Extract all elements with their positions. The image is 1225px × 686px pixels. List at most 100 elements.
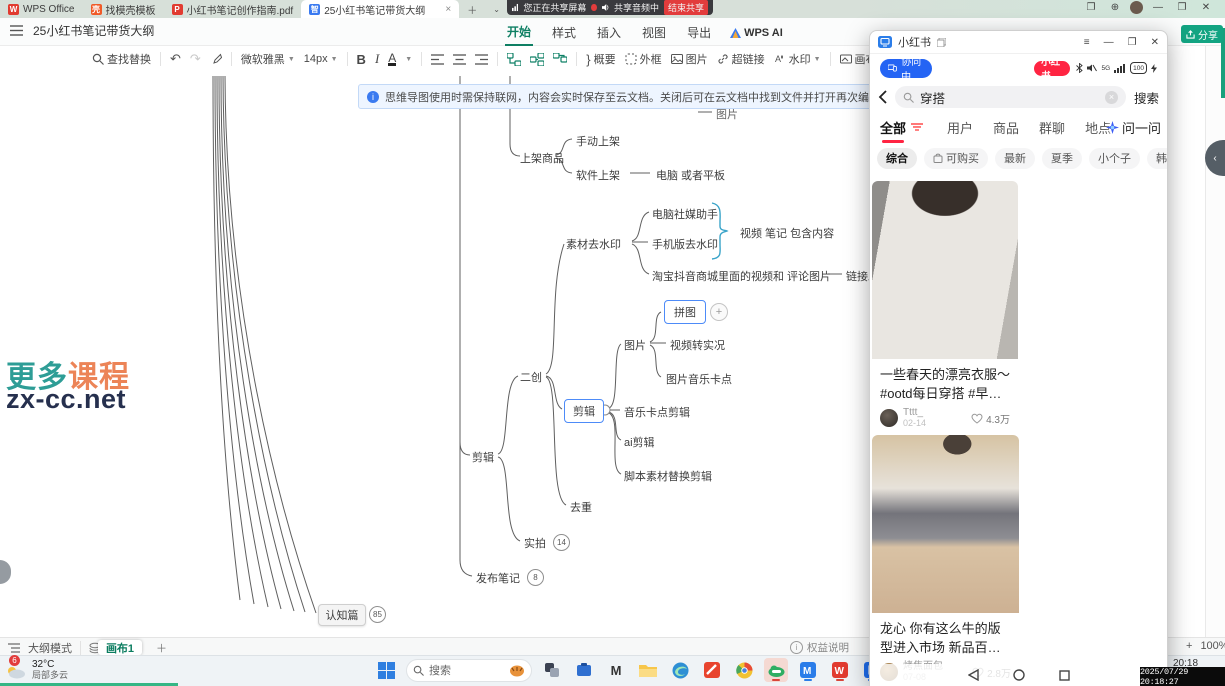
canvas-tab[interactable]: 画布1 [98, 640, 142, 655]
rights-info[interactable]: i 权益说明 [790, 640, 849, 655]
align-left-button[interactable] [431, 54, 444, 65]
tab-goods[interactable]: 商品 [993, 118, 1019, 137]
phone-maximize-button[interactable]: ❐ [1128, 37, 1137, 48]
node-pintu-selected[interactable]: 拼图 [664, 300, 706, 324]
chip-combined[interactable]: 综合 [877, 148, 917, 169]
menu-start[interactable]: 开始 [505, 19, 533, 46]
tab-template[interactable]: 壳 找模壳模板 [83, 0, 164, 18]
chip-korean-style[interactable]: 韩里韩气 [1147, 148, 1168, 169]
phone-menu-icon[interactable]: ≡ [1084, 37, 1090, 48]
like-heart-icon[interactable] [971, 413, 983, 424]
menu-view[interactable]: 视图 [640, 20, 668, 45]
node-count-badge[interactable]: 8 [527, 569, 544, 586]
node-shipin-shikuang[interactable]: 视频转实况 [670, 337, 725, 353]
tab-users[interactable]: 用户 [947, 118, 973, 137]
node-fabu-biji[interactable]: 发布笔记 [476, 570, 520, 586]
minimize-button[interactable]: — [1149, 2, 1167, 13]
chip-buyable[interactable]: 可购买 [924, 148, 988, 169]
red-app-button[interactable] [700, 658, 724, 682]
node-shipin-biji-neirong[interactable]: 视频 笔记 包含内容 [740, 225, 834, 241]
node-quzhong[interactable]: 去重 [570, 499, 592, 515]
tab-wps-office[interactable]: W WPS Office [0, 0, 83, 18]
node-taobao-douyin[interactable]: 淘宝抖音商城里面的视频和 评论图片 [652, 268, 831, 284]
menu-style[interactable]: 样式 [550, 20, 578, 45]
tab-ask-ai[interactable]: 问一问 [1106, 118, 1161, 137]
node-count-badge[interactable]: 14 [553, 534, 570, 551]
node-diannao-shemei[interactable]: 电脑社媒助手 [652, 206, 718, 222]
back-icon[interactable] [878, 90, 887, 104]
note-title[interactable]: 龙心 你有这么牛的版型进入市场 新品百褶裙真的… [872, 613, 1019, 657]
node-shipai[interactable]: 实拍 [524, 535, 546, 551]
avatar[interactable] [1130, 1, 1143, 14]
edge-browser-button[interactable] [668, 658, 692, 682]
node-renzhi-pian[interactable]: 认知篇 [318, 604, 366, 626]
node-jianji-main[interactable]: 剪辑 [472, 449, 494, 465]
nav-home-button[interactable] [1013, 669, 1025, 681]
filter-icon[interactable] [911, 122, 923, 132]
node-yinyue-kadian-jianji[interactable]: 音乐卡点剪辑 [624, 404, 690, 420]
menu-wps-ai[interactable]: WPS AI [730, 27, 783, 39]
font-color-button[interactable]: A [388, 53, 396, 66]
restore-button[interactable]: ❐ [1173, 2, 1191, 13]
node-jiaoben-tihuan[interactable]: 脚本素材替换剪辑 [624, 468, 712, 484]
menu-export[interactable]: 导出 [685, 20, 713, 45]
node-tupian[interactable]: 图片 [624, 337, 646, 353]
bold-button[interactable]: B [357, 52, 366, 67]
align-right-button[interactable] [475, 54, 488, 65]
node-ai-jianji[interactable]: ai剪辑 [624, 434, 655, 450]
tab-groups[interactable]: 群聊 [1039, 118, 1065, 137]
file-explorer-button[interactable] [636, 658, 660, 682]
search-input[interactable]: 穿搭 × [895, 86, 1126, 108]
node-erchuang[interactable]: 二创 [520, 369, 542, 385]
clear-search-icon[interactable]: × [1105, 91, 1118, 104]
tab-mindmap-active[interactable]: 智 25小红书笔记带货大纲 × [301, 0, 459, 18]
summary-button[interactable]: }概要 [586, 51, 615, 67]
nav-recents-button[interactable] [1059, 670, 1070, 681]
layout-icon[interactable]: ❐ [1082, 2, 1100, 13]
wps-cloud-app-button[interactable] [764, 658, 788, 682]
font-size-select[interactable]: 14px▼ [304, 53, 338, 65]
format-painter-button[interactable] [210, 53, 222, 65]
phone-window-titlebar[interactable]: 小红书 ≡ — ❐ ✕ [870, 31, 1167, 54]
chip-petite[interactable]: 小个子 [1089, 148, 1140, 169]
node-shangjia-shangpin[interactable]: 上架商品 [520, 150, 564, 166]
note-image[interactable] [872, 435, 1019, 613]
add-canvas-button[interactable]: ＋ [156, 640, 167, 656]
hyperlink-button[interactable]: 超链接 [717, 51, 765, 67]
wps-office-app-button[interactable]: W [828, 658, 852, 682]
hamburger-icon[interactable] [10, 25, 23, 36]
stop-share-button[interactable]: 结束共享 [664, 0, 708, 15]
share-button[interactable]: 分享 [1181, 25, 1223, 43]
insert-image-button[interactable]: 图片 [671, 51, 708, 67]
note-image[interactable] [872, 181, 1018, 359]
node-sucai-qushuiyin[interactable]: 素材去水印 [566, 236, 621, 252]
undo-button[interactable]: ↶ [170, 51, 181, 67]
node-count-badge[interactable]: 85 [369, 606, 386, 623]
new-tab-button[interactable]: ＋ [459, 0, 485, 18]
chip-newest[interactable]: 最新 [995, 148, 1035, 169]
close-button[interactable]: ✕ [1197, 2, 1215, 13]
zoom-level[interactable]: 100% [1200, 640, 1225, 652]
start-button[interactable] [374, 658, 398, 682]
node-shoujiban-qushuiyin[interactable]: 手机版去水印 [652, 236, 718, 252]
nav-back-button[interactable] [968, 669, 979, 681]
node-tupian-yinyue-kadian[interactable]: 图片音乐卡点 [666, 371, 732, 387]
task-view-button[interactable] [540, 658, 564, 682]
search-submit-button[interactable]: 搜索 [1134, 88, 1159, 107]
insert-child-node-button[interactable] [530, 53, 544, 66]
italic-button[interactable]: I [375, 51, 379, 67]
note-card[interactable]: 龙心 你有这么牛的版型进入市场 新品百褶裙真的… 烤焦面包 07-08 2.8万 [872, 435, 1019, 686]
note-title[interactable]: 一些春天的漂亮衣服～ #ootd每日穿搭 #早春… [872, 359, 1018, 403]
collaboration-pill[interactable]: 协同中 [880, 59, 932, 78]
blue-m-app-button[interactable]: M [796, 658, 820, 682]
m-app-button[interactable]: M [604, 658, 628, 682]
author-name[interactable]: Tttt_ [903, 408, 926, 418]
node-shoudong-shangjia[interactable]: 手动上架 [576, 133, 620, 149]
add-child-button[interactable]: + [710, 303, 728, 321]
align-center-button[interactable] [453, 54, 466, 65]
node-jianji-selected[interactable]: 剪辑 [564, 399, 604, 423]
frame-button[interactable]: 外框 [625, 51, 662, 67]
insert-parent-node-button[interactable] [553, 53, 567, 66]
node-diannao-pingban[interactable]: 电脑 或者平板 [656, 167, 725, 183]
taskbar-search-box[interactable]: 搜索 [406, 659, 532, 682]
